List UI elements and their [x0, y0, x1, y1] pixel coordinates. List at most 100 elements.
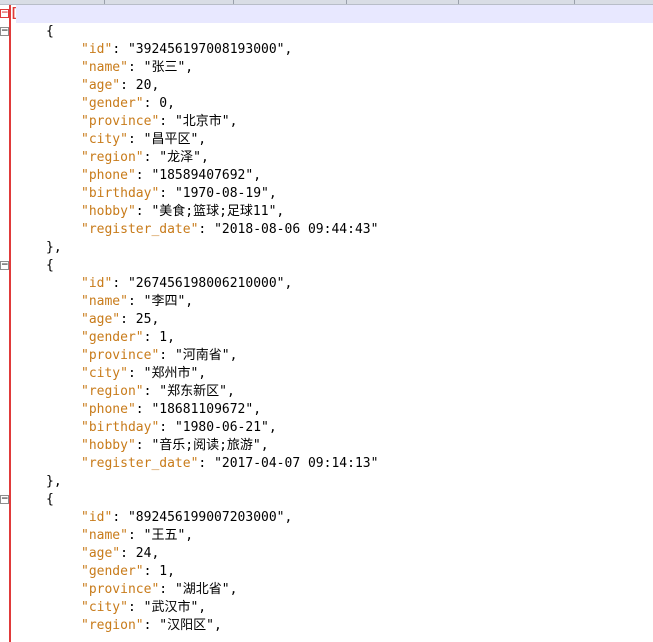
- json-field-line[interactable]: "phone": "18589407692",: [16, 167, 261, 185]
- code-line[interactable]: {: [16, 491, 54, 509]
- json-field-line[interactable]: "province": "北京市",: [16, 113, 237, 131]
- json-field-line[interactable]: "province": "湖北省",: [16, 581, 237, 599]
- json-separator: :: [159, 420, 175, 435]
- json-value: 25: [135, 312, 152, 327]
- json-separator: :: [135, 204, 152, 219]
- object-open-brace: {: [46, 492, 54, 507]
- json-separator: :: [159, 348, 175, 363]
- code-line[interactable]: },: [16, 473, 62, 491]
- json-field-line[interactable]: "city": "昌平区",: [16, 131, 206, 149]
- json-field-line[interactable]: "id": "892456199007203000",: [16, 509, 292, 527]
- json-field-line[interactable]: "id": "392456197008193000",: [16, 41, 292, 59]
- json-key: "register_date": [81, 222, 199, 237]
- json-field-line[interactable]: "city": "郑州市",: [16, 365, 206, 383]
- code-line[interactable]: {: [16, 257, 54, 275]
- json-field-line[interactable]: "region": "郑东新区",: [16, 383, 235, 401]
- json-field-line[interactable]: "register_date": "2017-04-07 09:14:13": [16, 455, 378, 473]
- json-separator: :: [127, 60, 144, 75]
- json-field-line[interactable]: "city": "武汉市",: [16, 599, 206, 617]
- json-key: "province": [81, 582, 160, 597]
- json-key: "city": [81, 600, 128, 615]
- json-field-line[interactable]: "age": 24,: [16, 545, 159, 563]
- json-field-line[interactable]: "gender": 1,: [16, 329, 175, 347]
- json-comma: ,: [198, 600, 207, 615]
- json-field-line[interactable]: "province": "河南省",: [16, 347, 237, 365]
- json-field-line[interactable]: "age": 25,: [16, 311, 159, 329]
- tab-divider: [574, 0, 575, 4]
- json-comma: ,: [253, 402, 262, 417]
- json-separator: :: [127, 294, 144, 309]
- json-key: "region": [81, 618, 144, 633]
- fold-toggle-icon[interactable]: −: [0, 27, 9, 36]
- json-key: "name": [81, 528, 128, 543]
- json-value: 24: [135, 546, 152, 561]
- json-field-line[interactable]: "hobby": "美食;篮球;足球11",: [16, 203, 284, 221]
- json-key: "hobby": [81, 438, 136, 453]
- json-value: "267456198006210000": [127, 276, 285, 291]
- json-value: "张三": [143, 60, 186, 75]
- json-field-line[interactable]: "region": "汉阳区",: [16, 617, 222, 635]
- json-comma: ,: [268, 420, 277, 435]
- json-value: "美食;篮球;足球11": [151, 204, 277, 219]
- json-separator: :: [120, 78, 136, 93]
- fold-toggle-icon[interactable]: −: [0, 261, 9, 270]
- json-field-line[interactable]: "register_date": "2018-08-06 09:44:43": [16, 221, 378, 239]
- json-value: "392456197008193000": [127, 42, 285, 57]
- json-separator: :: [127, 132, 144, 147]
- json-key: "province": [81, 348, 160, 363]
- json-separator: :: [127, 366, 144, 381]
- tab-divider: [346, 0, 347, 4]
- json-key: "id": [81, 276, 113, 291]
- json-value: "河南省": [174, 348, 230, 363]
- json-field-line[interactable]: "name": "王五",: [16, 527, 193, 545]
- json-comma: ,: [268, 186, 277, 201]
- json-field-line[interactable]: "id": "267456198006210000",: [16, 275, 292, 293]
- json-comma: ,: [276, 204, 285, 219]
- json-comma: ,: [185, 528, 194, 543]
- json-separator: :: [143, 96, 160, 111]
- json-field-line[interactable]: "phone": "18681109672",: [16, 401, 261, 419]
- json-value: "音乐;阅读;旅游": [151, 438, 261, 453]
- json-value: 1: [159, 564, 168, 579]
- json-separator: :: [159, 582, 175, 597]
- json-value: "2017-04-07 09:14:13": [214, 456, 379, 471]
- json-field-line[interactable]: "age": 20,: [16, 77, 159, 95]
- json-key: "city": [81, 132, 128, 147]
- json-comma: ,: [185, 60, 194, 75]
- fold-gutter: [0, 5, 16, 642]
- json-comma: ,: [200, 150, 209, 165]
- json-field-line[interactable]: "hobby": "音乐;阅读;旅游",: [16, 437, 269, 455]
- json-key: "province": [81, 114, 160, 129]
- json-field-line[interactable]: "gender": 1,: [16, 563, 175, 581]
- json-field-line[interactable]: "birthday": "1970-08-19",: [16, 185, 277, 203]
- json-key: "birthday": [81, 186, 160, 201]
- json-value: 1: [159, 330, 168, 345]
- json-separator: :: [159, 114, 175, 129]
- json-comma: ,: [284, 510, 293, 525]
- json-separator: :: [198, 456, 215, 471]
- json-field-line[interactable]: "birthday": "1980-06-21",: [16, 419, 277, 437]
- code-editor[interactable]: [{"id": "392456197008193000", "name": "张三…: [10, 5, 653, 642]
- json-field-line[interactable]: "name": "张三",: [16, 59, 193, 77]
- json-field-line[interactable]: "region": "龙泽",: [16, 149, 209, 167]
- json-key: "register_date": [81, 456, 199, 471]
- code-line[interactable]: },: [16, 239, 62, 257]
- json-separator: :: [127, 528, 144, 543]
- fold-toggle-icon[interactable]: −: [0, 495, 9, 504]
- json-key: "birthday": [81, 420, 160, 435]
- json-separator: :: [112, 42, 128, 57]
- code-line[interactable]: {: [16, 23, 54, 41]
- json-key: "name": [81, 60, 128, 75]
- json-field-line[interactable]: "gender": 0,: [16, 95, 175, 113]
- tab-divider: [104, 0, 105, 4]
- json-comma: ,: [253, 168, 262, 183]
- fold-toggle-icon[interactable]: −: [0, 9, 9, 18]
- json-value: "郑东新区": [159, 384, 227, 399]
- json-separator: :: [143, 618, 160, 633]
- json-field-line[interactable]: "name": "李四",: [16, 293, 193, 311]
- code-line[interactable]: [: [10, 5, 653, 23]
- json-separator: :: [120, 312, 136, 327]
- json-value: "1980-06-21": [174, 420, 269, 435]
- json-key: "region": [81, 150, 144, 165]
- json-comma: ,: [167, 96, 175, 111]
